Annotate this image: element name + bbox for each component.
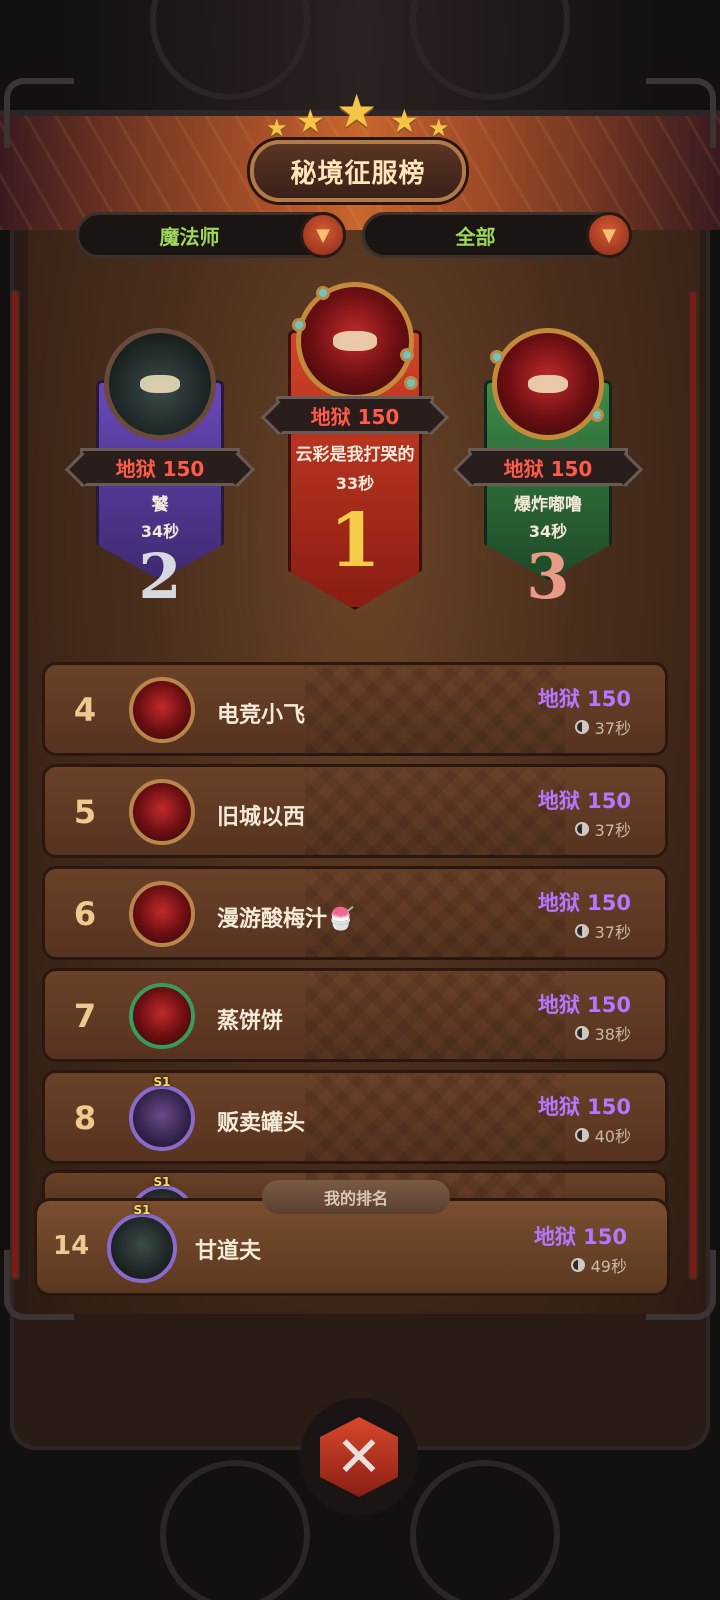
clear-time: 40秒 [574, 1123, 631, 1147]
close-button[interactable]: ✕ [300, 1398, 418, 1516]
player-name: 电竞小飞 [217, 703, 306, 728]
clear-time: 37秒 [574, 715, 631, 739]
clear-time: 49秒 [570, 1253, 627, 1277]
player-name: 漫游酸梅汁🍧 [217, 907, 355, 932]
clear-time: 37秒 [574, 817, 631, 841]
clear-time: 37秒 [574, 919, 631, 943]
time-value: 37秒 [594, 821, 631, 840]
season-badge: S1 [153, 1175, 171, 1189]
avatar [492, 328, 604, 440]
leaderboard-row[interactable]: 6 漫游酸梅汁🍧 地狱 150 37秒 [42, 866, 668, 960]
player-name: 甘道夫 [195, 1239, 262, 1264]
difficulty-text: 地狱 150 [537, 789, 631, 813]
clock-icon [574, 924, 589, 938]
avatar: S1 [107, 1203, 177, 1283]
clock-icon [574, 822, 589, 836]
ring-gem [400, 348, 414, 362]
avatar-face [333, 331, 377, 351]
avatar-face [139, 374, 181, 394]
star-icon: ★ [336, 84, 378, 138]
row-rank: 4 [73, 691, 97, 729]
chevron-down-icon[interactable]: ▼ [586, 212, 632, 258]
avatar [129, 881, 195, 947]
time-value: 37秒 [594, 923, 631, 942]
clock-icon [574, 720, 589, 734]
rank-number: 2 [138, 540, 182, 613]
clock-icon [574, 1128, 589, 1142]
ring-gem [490, 350, 504, 364]
season-badge: S1 [153, 1075, 171, 1089]
clear-time: 34秒 [528, 522, 568, 541]
corner-ornament [646, 1250, 716, 1320]
page-title: 秘境征服榜 [250, 140, 466, 202]
ring-gem [590, 408, 604, 422]
avatar [129, 677, 195, 743]
row-rank: 8 [73, 1099, 97, 1137]
season-badge: S1 [133, 1203, 151, 1217]
rank-number: 1 [329, 498, 381, 584]
star-icon: ★ [428, 114, 450, 142]
star-rating: ★ ★ ★ ★ ★ [262, 84, 458, 142]
time-value: 40秒 [594, 1127, 631, 1146]
my-rank-label: 我的排名 [262, 1180, 450, 1214]
corner-ornament [646, 78, 716, 148]
rank-number: 3 [526, 540, 570, 613]
corner-ornament [4, 78, 74, 148]
time-value: 37秒 [594, 719, 631, 738]
avatar: S1 [129, 1075, 195, 1151]
player-name: 旧城以西 [217, 805, 306, 830]
difficulty-tag: 地狱 150 [80, 448, 240, 486]
right-rail [688, 290, 698, 1280]
left-rail [10, 290, 20, 1280]
clock-icon [570, 1258, 585, 1272]
difficulty-text: 地狱 150 [537, 891, 631, 915]
scope-filter-label: 全部 [455, 224, 496, 249]
difficulty-tag: 地狱 150 [468, 448, 628, 486]
player-name: 饕 [151, 495, 169, 515]
difficulty-text: 地狱 150 [537, 993, 631, 1017]
player-name: 蒸饼饼 [217, 1009, 284, 1034]
player-name: 爆炸嘟噜 [514, 495, 582, 515]
star-icon: ★ [296, 102, 325, 140]
leaderboard-row[interactable]: 5 旧城以西 地狱 150 37秒 [42, 764, 668, 858]
ring-gem [404, 376, 418, 390]
avatar [129, 779, 195, 845]
clear-time: 34秒 [140, 522, 180, 541]
row-rank: 6 [73, 895, 97, 933]
row-rank: 7 [73, 997, 97, 1035]
close-icon: ✕ [320, 1417, 398, 1497]
clear-time: 33秒 [335, 474, 375, 493]
row-rank: 5 [73, 793, 97, 831]
class-filter-dropdown[interactable]: 魔法师 ▼ [76, 212, 346, 258]
avatar [104, 328, 216, 440]
ring-gem [292, 318, 306, 332]
scope-filter-dropdown[interactable]: 全部 ▼ [362, 212, 632, 258]
clock-icon [574, 1026, 589, 1040]
difficulty-text: 地狱 150 [537, 687, 631, 711]
leaderboard-row[interactable]: 7 蒸饼饼 地狱 150 38秒 [42, 968, 668, 1062]
time-value: 49秒 [590, 1257, 627, 1276]
player-name: 贩卖罐头 [217, 1111, 306, 1136]
player-name: 云彩是我打哭的 [295, 445, 415, 465]
class-filter-label: 魔法师 [159, 224, 220, 249]
corner-ornament [4, 1250, 74, 1320]
difficulty-text: 地狱 150 [533, 1225, 627, 1249]
avatar [129, 983, 195, 1049]
clear-time: 38秒 [574, 1021, 631, 1045]
star-icon: ★ [266, 114, 288, 142]
ornament-swirl [160, 1460, 310, 1600]
leaderboard-row[interactable]: 8 S1 贩卖罐头 地狱 150 40秒 [42, 1070, 668, 1164]
leaderboard-row[interactable]: 4 电竞小飞 地狱 150 37秒 [42, 662, 668, 756]
ornament-swirl [410, 1460, 560, 1600]
chevron-down-icon[interactable]: ▼ [300, 212, 346, 258]
avatar-face [527, 374, 569, 394]
avatar [296, 282, 414, 400]
time-value: 38秒 [594, 1025, 631, 1044]
star-icon: ★ [390, 102, 419, 140]
difficulty-tag: 地狱 150 [276, 396, 434, 434]
difficulty-text: 地狱 150 [537, 1095, 631, 1119]
ring-gem [316, 286, 330, 300]
